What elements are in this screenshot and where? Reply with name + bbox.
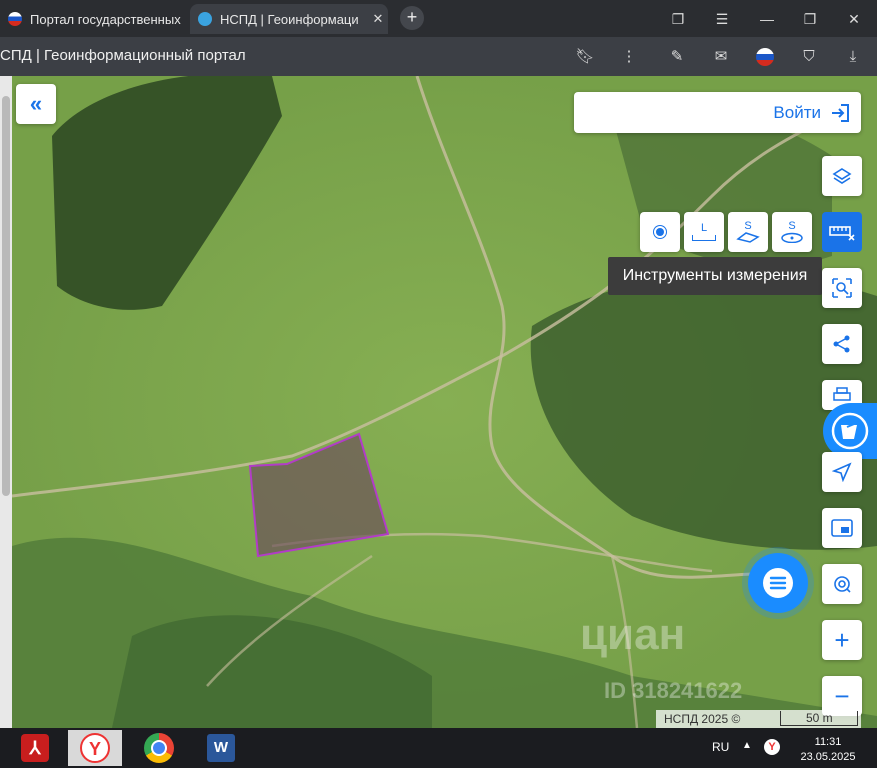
- satellite-map[interactable]: [12, 76, 877, 728]
- scrollbar-thumb[interactable]: [2, 96, 10, 496]
- feedback-icon: [831, 412, 869, 450]
- select-area-button[interactable]: [822, 268, 862, 308]
- chat-icon: [763, 568, 793, 598]
- page-title-in-address: СПД | Геоинформационный портал: [0, 47, 246, 64]
- acrobat-app[interactable]: ⅄: [8, 730, 62, 766]
- measure-circle-area-button[interactable]: S: [772, 212, 812, 252]
- minimap-icon: [831, 519, 853, 537]
- navigation-arrow-icon: [832, 462, 852, 482]
- print-icon: [833, 387, 851, 401]
- new-tab-button[interactable]: +: [400, 6, 424, 30]
- russia-flag-icon: [8, 12, 22, 26]
- cian-watermark-id: ID 318241622: [604, 678, 743, 703]
- tabs-icon[interactable]: ❐: [666, 8, 690, 30]
- tab-label: НСПД | Геоинформаци: [220, 11, 359, 27]
- layers-icon: [832, 168, 852, 184]
- menu-icon[interactable]: ☰: [710, 8, 734, 30]
- chrome-icon: [144, 733, 174, 763]
- chat-button[interactable]: [748, 553, 808, 613]
- chrome-app[interactable]: [132, 730, 186, 766]
- measure-area-button[interactable]: S: [728, 212, 768, 252]
- area-label: S: [744, 220, 752, 232]
- measure-point-button[interactable]: [640, 212, 680, 252]
- zoom-in-button[interactable]: +: [822, 620, 862, 660]
- minus-icon: −: [834, 681, 850, 711]
- keyboard-language[interactable]: RU: [712, 740, 729, 754]
- attribution-text: НСПД 2025 ©: [664, 712, 741, 726]
- nspd-favicon-icon: [198, 12, 212, 26]
- yandex-tray-icon[interactable]: Y: [764, 739, 780, 755]
- circle-area-icon: S: [780, 221, 804, 243]
- measure-tools-tooltip: Инструменты измерения: [608, 257, 822, 295]
- circle-area-label: S: [788, 220, 796, 232]
- point-icon: [656, 228, 664, 236]
- login-icon: [832, 104, 849, 122]
- russia-flag-icon[interactable]: [754, 46, 776, 68]
- double-chevron-left-icon: «: [29, 91, 43, 116]
- plus-icon: +: [834, 625, 850, 655]
- tab-nspd[interactable]: НСПД | Геоинформаци ✕: [190, 4, 388, 34]
- clock[interactable]: 11:31 23.05.2025: [800, 735, 856, 765]
- map-attribution: НСПД 2025 © 50 m: [656, 710, 861, 728]
- yandex-browser-icon: Y: [80, 733, 110, 763]
- geolocation-button[interactable]: [822, 452, 862, 492]
- share-button[interactable]: [822, 324, 862, 364]
- ruler-icon: [829, 226, 855, 241]
- close-window-icon[interactable]: ✕: [842, 8, 866, 30]
- clock-date: 23.05.2025: [800, 751, 856, 763]
- scale-label: 50 m: [806, 711, 833, 725]
- minimize-icon[interactable]: —: [755, 8, 779, 30]
- tray-chevron-up-icon[interactable]: ▲: [742, 740, 752, 751]
- select-area-icon: [832, 278, 852, 298]
- layers-button[interactable]: [822, 156, 862, 196]
- login-label: Войти: [773, 103, 821, 122]
- address-bar[interactable]: СПД | Геоинформационный портал 🔖︎ ⋮ ✎ ✉ …: [0, 37, 877, 76]
- search-location-button[interactable]: [822, 564, 862, 604]
- map-imagery: [12, 76, 877, 728]
- login-button[interactable]: Войти: [574, 92, 861, 133]
- share-icon: [833, 335, 850, 353]
- restore-icon[interactable]: ❐: [798, 8, 822, 30]
- feedback-side-button[interactable]: [823, 403, 877, 459]
- bookmark-icon[interactable]: 🔖︎: [574, 46, 596, 68]
- clock-time: 11:31: [814, 736, 842, 748]
- cian-watermark: циан: [580, 610, 686, 659]
- download-icon[interactable]: ⤓: [842, 46, 864, 68]
- close-icon[interactable]: ✕: [368, 11, 388, 27]
- location-search-icon: [834, 576, 851, 593]
- browser-tab-bar: Портал государственных НСПД | Геоинформа…: [0, 0, 877, 37]
- minimap-button[interactable]: [822, 508, 862, 548]
- tab-gosuslugi[interactable]: Портал государственных: [0, 4, 186, 34]
- measure-tools-button[interactable]: [822, 212, 862, 252]
- more-icon[interactable]: ⋮: [618, 46, 640, 68]
- measure-length-button[interactable]: L: [684, 212, 724, 252]
- collapse-panel-button[interactable]: «: [16, 84, 56, 124]
- shield-icon[interactable]: ⛉: [798, 46, 820, 68]
- tab-label: Портал государственных: [30, 11, 181, 27]
- length-label: L: [700, 222, 708, 234]
- length-icon: L: [692, 223, 716, 241]
- extension-icon[interactable]: ✎: [666, 46, 688, 68]
- yandex-browser-app[interactable]: Y: [68, 730, 122, 766]
- area-icon: S: [736, 221, 760, 243]
- acrobat-icon: ⅄: [21, 734, 49, 762]
- word-app[interactable]: W: [194, 730, 248, 766]
- mail-icon[interactable]: ✉: [710, 46, 732, 68]
- word-icon: W: [207, 734, 235, 762]
